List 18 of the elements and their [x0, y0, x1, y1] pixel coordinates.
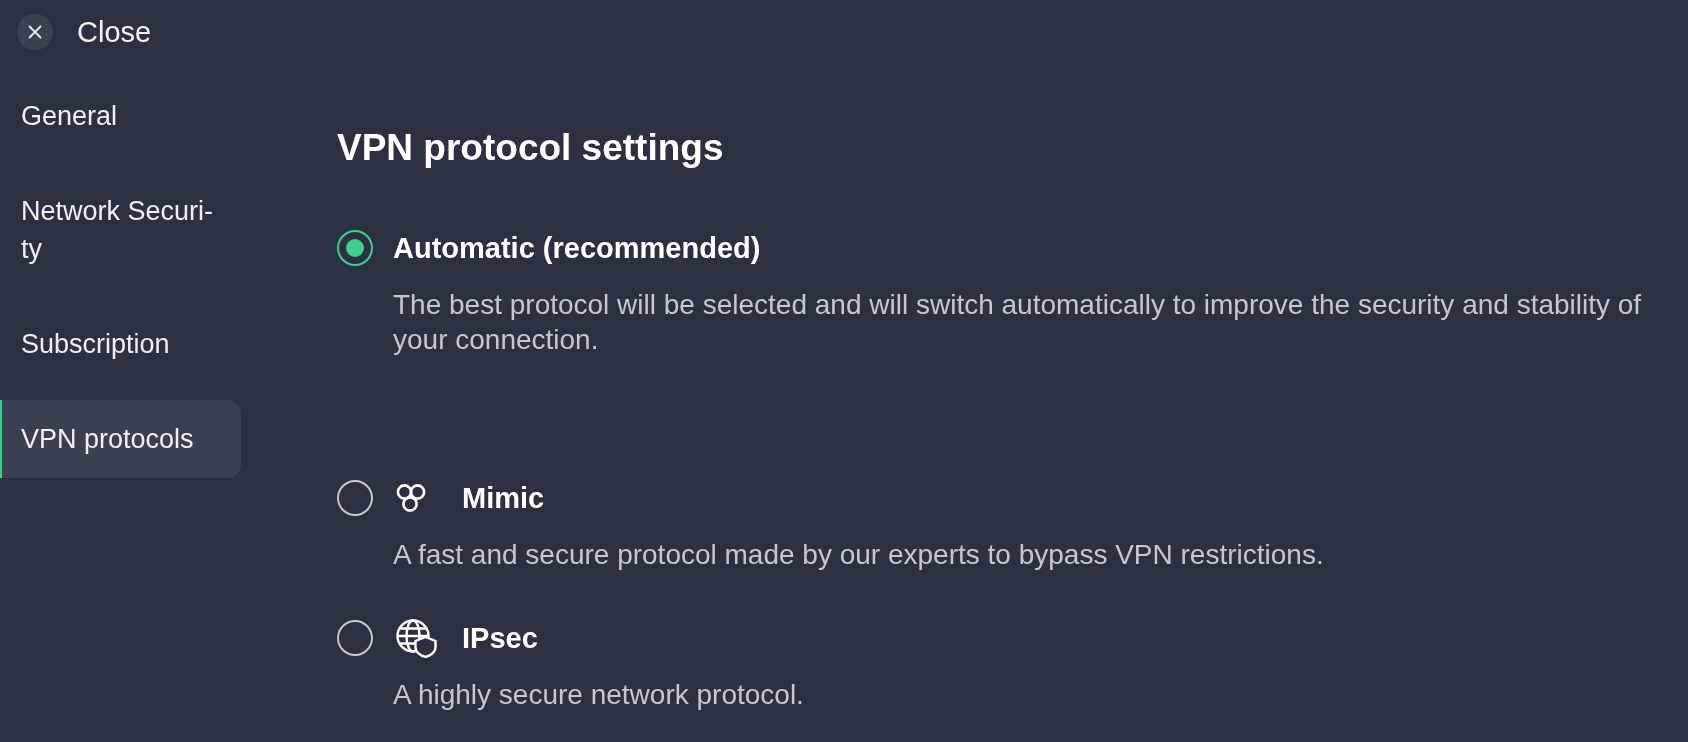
radio-button[interactable] — [337, 620, 373, 656]
option-label: IPsec — [462, 621, 538, 656]
option-label: Automatic (recommended) — [393, 231, 761, 266]
globe-shield-icon — [396, 618, 437, 658]
page-title: VPN protocol settings — [337, 126, 725, 170]
sidebar-item[interactable]: Subscription — [0, 305, 241, 383]
option-description: A fast and secure protocol made by our experts to bypass VPN restrictions. — [393, 538, 1325, 572]
option-description: The best protocol will be selected and will switch automatically to improve the security and stability of your connection. — [393, 288, 1643, 357]
close-icon — [17, 14, 53, 50]
close-button[interactable]: Close — [17, 14, 152, 50]
option-label: Mimic — [462, 481, 545, 516]
interlocked-rings-icon — [396, 483, 426, 513]
radio-button[interactable] — [337, 230, 373, 266]
option-description: A highly secure network protocol. — [393, 678, 805, 712]
radio-button[interactable] — [337, 480, 373, 516]
sidebar-item[interactable]: Network Securi-ty — [0, 172, 241, 288]
sidebar-item[interactable]: General — [0, 77, 241, 155]
sidebar-item[interactable]: VPN protocols — [0, 400, 241, 478]
